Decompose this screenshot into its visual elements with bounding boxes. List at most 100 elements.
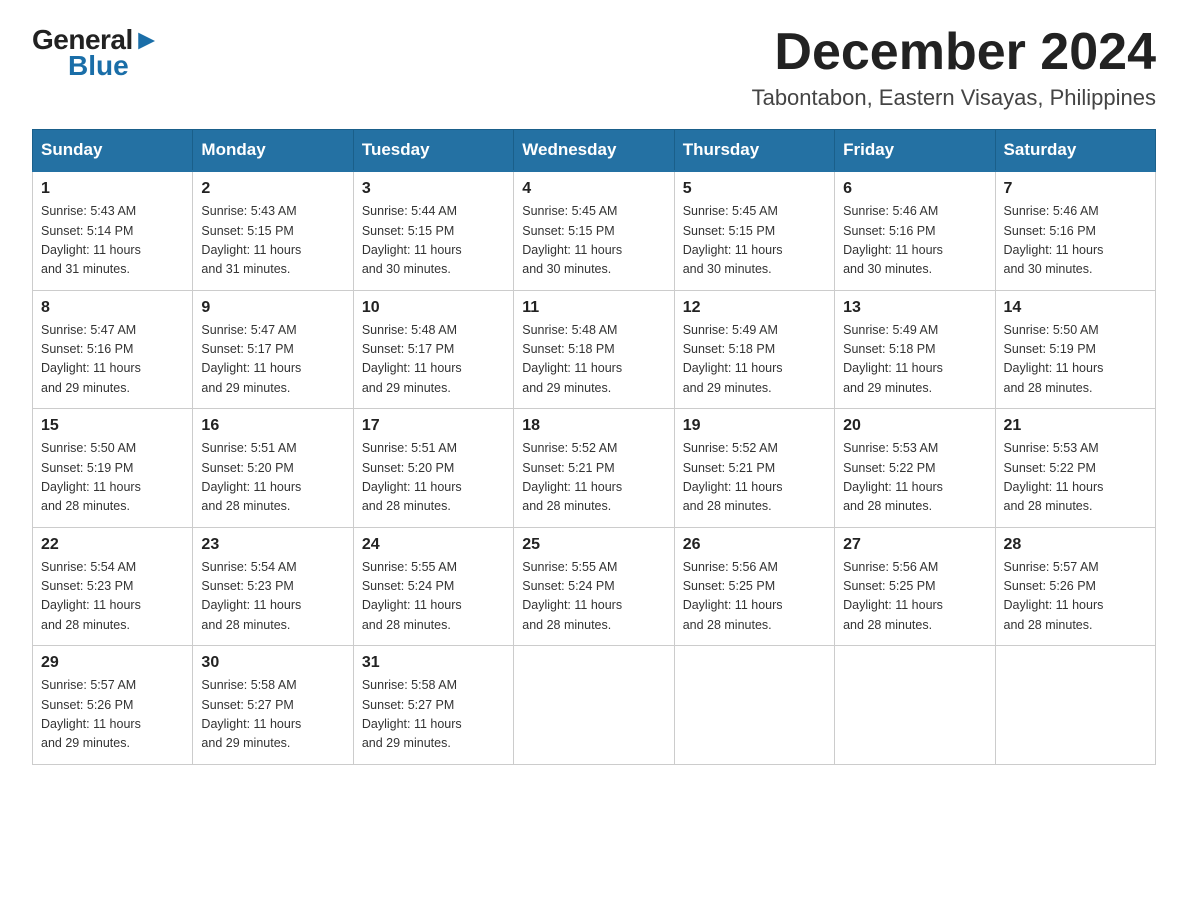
- calendar-cell: 21Sunrise: 5:53 AMSunset: 5:22 PMDayligh…: [995, 409, 1155, 528]
- month-title: December 2024: [752, 24, 1156, 81]
- calendar-cell: 11Sunrise: 5:48 AMSunset: 5:18 PMDayligh…: [514, 290, 674, 409]
- page-header: General► Blue December 2024 Tabontabon, …: [32, 24, 1156, 111]
- day-number: 20: [843, 417, 986, 435]
- calendar-cell: 25Sunrise: 5:55 AMSunset: 5:24 PMDayligh…: [514, 527, 674, 646]
- location-title: Tabontabon, Eastern Visayas, Philippines: [752, 85, 1156, 111]
- day-info: Sunrise: 5:52 AMSunset: 5:21 PMDaylight:…: [522, 439, 665, 517]
- day-number: 22: [41, 536, 184, 554]
- calendar-cell: 22 Sunrise: 5:54 AMSunset: 5:23 PMDayligh…: [33, 527, 193, 646]
- day-number: 1: [41, 180, 184, 198]
- calendar-cell: 30 Sunrise: 5:58 AMSunset: 5:27 PMDayligh…: [193, 646, 353, 765]
- weekday-header-tuesday: Tuesday: [353, 130, 513, 172]
- calendar-cell: 19 Sunrise: 5:52 AMSunset: 5:21 PMDayligh…: [674, 409, 834, 528]
- day-info: Sunrise: 5:54 AMSunset: 5:23 PMDaylight:…: [41, 558, 184, 636]
- day-info: Sunrise: 5:54 AMSunset: 5:23 PMDaylight:…: [201, 558, 344, 636]
- day-number: 10: [362, 299, 505, 317]
- day-number: 6: [843, 180, 986, 198]
- calendar-table: SundayMondayTuesdayWednesdayThursdayFrid…: [32, 129, 1156, 765]
- calendar-cell: 20 Sunrise: 5:53 AMSunset: 5:22 PMDayligh…: [835, 409, 995, 528]
- day-number: 13: [843, 299, 986, 317]
- weekday-header-wednesday: Wednesday: [514, 130, 674, 172]
- calendar-cell: 24 Sunrise: 5:55 AMSunset: 5:24 PMDayligh…: [353, 527, 513, 646]
- calendar-cell: 4Sunrise: 5:45 AMSunset: 5:15 PMDaylight…: [514, 171, 674, 290]
- calendar-cell: 27Sunrise: 5:56 AMSunset: 5:25 PMDayligh…: [835, 527, 995, 646]
- calendar-cell: 18 Sunrise: 5:52 AMSunset: 5:21 PMDayligh…: [514, 409, 674, 528]
- day-info: Sunrise: 5:47 AMSunset: 5:16 PMDaylight:…: [41, 321, 184, 399]
- day-number: 2: [201, 180, 344, 198]
- day-number: 8: [41, 299, 184, 317]
- day-number: 14: [1004, 299, 1147, 317]
- day-info: Sunrise: 5:49 AMSunset: 5:18 PMDaylight:…: [843, 321, 986, 399]
- calendar-week-row: 1 Sunrise: 5:43 AMSunset: 5:14 PMDaylight…: [33, 171, 1156, 290]
- logo: General► Blue: [32, 24, 160, 82]
- day-info: Sunrise: 5:58 AMSunset: 5:27 PMDaylight:…: [362, 676, 505, 754]
- weekday-header-sunday: Sunday: [33, 130, 193, 172]
- weekday-header-monday: Monday: [193, 130, 353, 172]
- calendar-cell: 10 Sunrise: 5:48 AMSunset: 5:17 PMDayligh…: [353, 290, 513, 409]
- calendar-cell: 23 Sunrise: 5:54 AMSunset: 5:23 PMDayligh…: [193, 527, 353, 646]
- weekday-header-thursday: Thursday: [674, 130, 834, 172]
- calendar-cell: 9 Sunrise: 5:47 AMSunset: 5:17 PMDaylight…: [193, 290, 353, 409]
- day-info: Sunrise: 5:56 AMSunset: 5:25 PMDaylight:…: [843, 558, 986, 636]
- day-info: Sunrise: 5:44 AMSunset: 5:15 PMDaylight:…: [362, 202, 505, 280]
- day-info: Sunrise: 5:53 AMSunset: 5:22 PMDaylight:…: [843, 439, 986, 517]
- day-info: Sunrise: 5:58 AMSunset: 5:27 PMDaylight:…: [201, 676, 344, 754]
- day-number: 26: [683, 536, 826, 554]
- calendar-cell: 7Sunrise: 5:46 AMSunset: 5:16 PMDaylight…: [995, 171, 1155, 290]
- day-info: Sunrise: 5:57 AMSunset: 5:26 PMDaylight:…: [41, 676, 184, 754]
- calendar-week-row: 29 Sunrise: 5:57 AMSunset: 5:26 PMDayligh…: [33, 646, 1156, 765]
- day-info: Sunrise: 5:49 AMSunset: 5:18 PMDaylight:…: [683, 321, 826, 399]
- calendar-cell: [514, 646, 674, 765]
- calendar-week-row: 8 Sunrise: 5:47 AMSunset: 5:16 PMDaylight…: [33, 290, 1156, 409]
- calendar-cell: 3 Sunrise: 5:44 AMSunset: 5:15 PMDaylight…: [353, 171, 513, 290]
- calendar-cell: [835, 646, 995, 765]
- day-number: 3: [362, 180, 505, 198]
- calendar-cell: [674, 646, 834, 765]
- calendar-cell: 15 Sunrise: 5:50 AMSunset: 5:19 PMDayligh…: [33, 409, 193, 528]
- day-number: 11: [522, 299, 665, 317]
- title-section: December 2024 Tabontabon, Eastern Visaya…: [752, 24, 1156, 111]
- day-number: 5: [683, 180, 826, 198]
- day-number: 9: [201, 299, 344, 317]
- day-info: Sunrise: 5:55 AMSunset: 5:24 PMDaylight:…: [522, 558, 665, 636]
- day-number: 4: [522, 180, 665, 198]
- day-number: 15: [41, 417, 184, 435]
- day-number: 18: [522, 417, 665, 435]
- day-info: Sunrise: 5:43 AMSunset: 5:14 PMDaylight:…: [41, 202, 184, 280]
- day-info: Sunrise: 5:55 AMSunset: 5:24 PMDaylight:…: [362, 558, 505, 636]
- day-number: 23: [201, 536, 344, 554]
- day-number: 24: [362, 536, 505, 554]
- day-info: Sunrise: 5:50 AMSunset: 5:19 PMDaylight:…: [41, 439, 184, 517]
- day-number: 7: [1004, 180, 1147, 198]
- calendar-cell: 8 Sunrise: 5:47 AMSunset: 5:16 PMDaylight…: [33, 290, 193, 409]
- day-info: Sunrise: 5:52 AMSunset: 5:21 PMDaylight:…: [683, 439, 826, 517]
- day-info: Sunrise: 5:56 AMSunset: 5:25 PMDaylight:…: [683, 558, 826, 636]
- day-number: 19: [683, 417, 826, 435]
- calendar-week-row: 22 Sunrise: 5:54 AMSunset: 5:23 PMDayligh…: [33, 527, 1156, 646]
- calendar-cell: 14 Sunrise: 5:50 AMSunset: 5:19 PMDayligh…: [995, 290, 1155, 409]
- day-info: Sunrise: 5:50 AMSunset: 5:19 PMDaylight:…: [1004, 321, 1147, 399]
- calendar-cell: 28 Sunrise: 5:57 AMSunset: 5:26 PMDayligh…: [995, 527, 1155, 646]
- day-number: 29: [41, 654, 184, 672]
- logo-triangle-icon: ►: [133, 24, 160, 55]
- calendar-cell: 29 Sunrise: 5:57 AMSunset: 5:26 PMDayligh…: [33, 646, 193, 765]
- calendar-week-row: 15 Sunrise: 5:50 AMSunset: 5:19 PMDayligh…: [33, 409, 1156, 528]
- day-info: Sunrise: 5:47 AMSunset: 5:17 PMDaylight:…: [201, 321, 344, 399]
- day-number: 12: [683, 299, 826, 317]
- weekday-header-friday: Friday: [835, 130, 995, 172]
- calendar-cell: 31Sunrise: 5:58 AMSunset: 5:27 PMDayligh…: [353, 646, 513, 765]
- day-info: Sunrise: 5:48 AMSunset: 5:17 PMDaylight:…: [362, 321, 505, 399]
- day-number: 17: [362, 417, 505, 435]
- calendar-cell: 12 Sunrise: 5:49 AMSunset: 5:18 PMDayligh…: [674, 290, 834, 409]
- day-info: Sunrise: 5:51 AMSunset: 5:20 PMDaylight:…: [201, 439, 344, 517]
- day-number: 16: [201, 417, 344, 435]
- calendar-cell: 13 Sunrise: 5:49 AMSunset: 5:18 PMDayligh…: [835, 290, 995, 409]
- day-number: 28: [1004, 536, 1147, 554]
- calendar-cell: [995, 646, 1155, 765]
- day-number: 30: [201, 654, 344, 672]
- weekday-header-saturday: Saturday: [995, 130, 1155, 172]
- calendar-cell: 6Sunrise: 5:46 AMSunset: 5:16 PMDaylight…: [835, 171, 995, 290]
- calendar-cell: 16 Sunrise: 5:51 AMSunset: 5:20 PMDayligh…: [193, 409, 353, 528]
- day-info: Sunrise: 5:57 AMSunset: 5:26 PMDaylight:…: [1004, 558, 1147, 636]
- calendar-cell: 26 Sunrise: 5:56 AMSunset: 5:25 PMDayligh…: [674, 527, 834, 646]
